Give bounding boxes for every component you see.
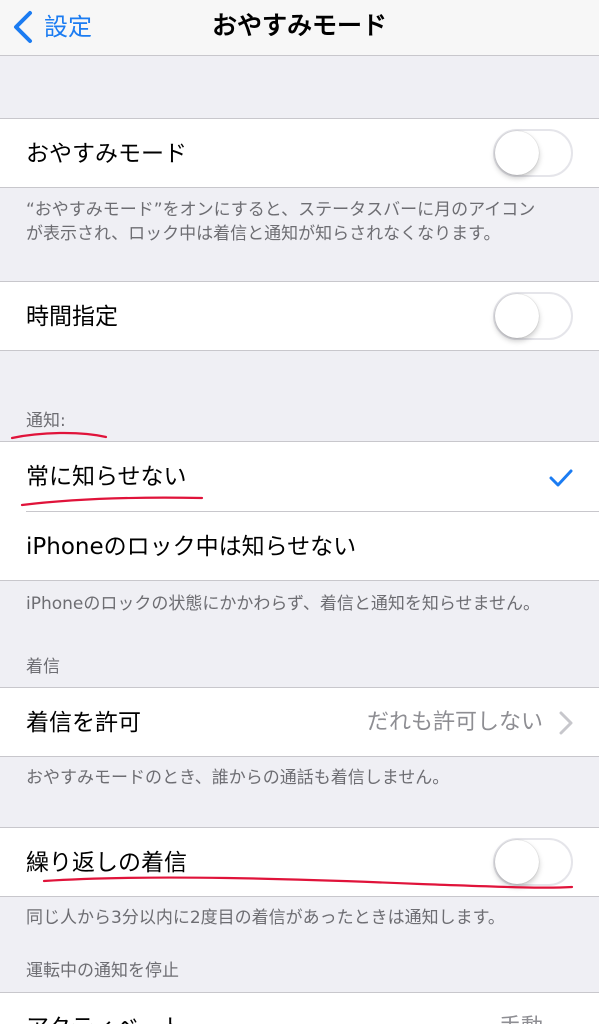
repeated-calls-footer: 同じ人から3分以内に2度目の着信があったときは通知します。 xyxy=(26,908,505,928)
calls-header: 着信 xyxy=(26,657,60,677)
notifications-group: 常に知らせない iPhoneのロック中は知らせない xyxy=(0,441,599,581)
chevron-right-icon xyxy=(559,711,573,735)
scheduled-label: 時間指定 xyxy=(26,304,118,330)
dnd-footer-line2: が表示され、ロック中は着信と通知が知らされなくなります。 xyxy=(26,224,501,244)
scheduled-cell: 時間指定 xyxy=(0,281,599,351)
activate-label: アクティベート xyxy=(26,1013,184,1024)
repeated-calls-label: 繰り返しの着信 xyxy=(26,850,187,876)
repeated-calls-toggle[interactable] xyxy=(493,838,573,886)
option-while-locked[interactable]: iPhoneのロック中は知らせない xyxy=(0,512,599,581)
dnd-footer-line1: “おやすみモード”をオンにすると、ステータスバーに月のアイコン xyxy=(26,200,536,220)
toggle-knob xyxy=(495,294,539,338)
dnd-footer: “おやすみモード”をオンにすると、ステータスバーに月のアイコン が表示され、ロッ… xyxy=(26,198,586,246)
page-title: おやすみモード xyxy=(211,11,387,40)
allow-calls-value: だれも許可しない xyxy=(366,710,543,735)
calls-footer: おやすみモードのとき、誰からの通話も着信しません。 xyxy=(26,768,450,788)
scheduled-toggle[interactable] xyxy=(493,292,573,340)
navigation-bar: 設定 おやすみモード xyxy=(0,0,599,56)
dnd-cell: おやすみモード xyxy=(0,118,599,188)
option-always-silence[interactable]: 常に知らせない xyxy=(0,442,599,511)
annotation-underline-notifications xyxy=(10,431,108,440)
checkmark-icon xyxy=(549,469,573,487)
allow-calls-cell[interactable]: 着信を許可 だれも許可しない xyxy=(0,687,599,757)
notifications-header: 通知: xyxy=(26,411,66,431)
activate-value: 手動 xyxy=(499,1013,543,1024)
dnd-toggle[interactable] xyxy=(493,129,573,177)
option-label: 常に知らせない xyxy=(26,464,187,490)
notifications-footer: iPhoneのロックの状態にかかわらず、着信と通知を知らせません。 xyxy=(26,594,541,614)
option-label: iPhoneのロック中は知らせない xyxy=(26,534,357,560)
toggle-knob xyxy=(495,131,539,175)
repeated-calls-cell: 繰り返しの着信 xyxy=(0,827,599,897)
allow-calls-label: 着信を許可 xyxy=(26,710,141,736)
activate-cell[interactable]: アクティベート 手動 xyxy=(0,992,599,1024)
driving-header: 運転中の通知を停止 xyxy=(26,961,179,981)
dnd-label: おやすみモード xyxy=(26,141,187,167)
toggle-knob xyxy=(495,840,539,884)
